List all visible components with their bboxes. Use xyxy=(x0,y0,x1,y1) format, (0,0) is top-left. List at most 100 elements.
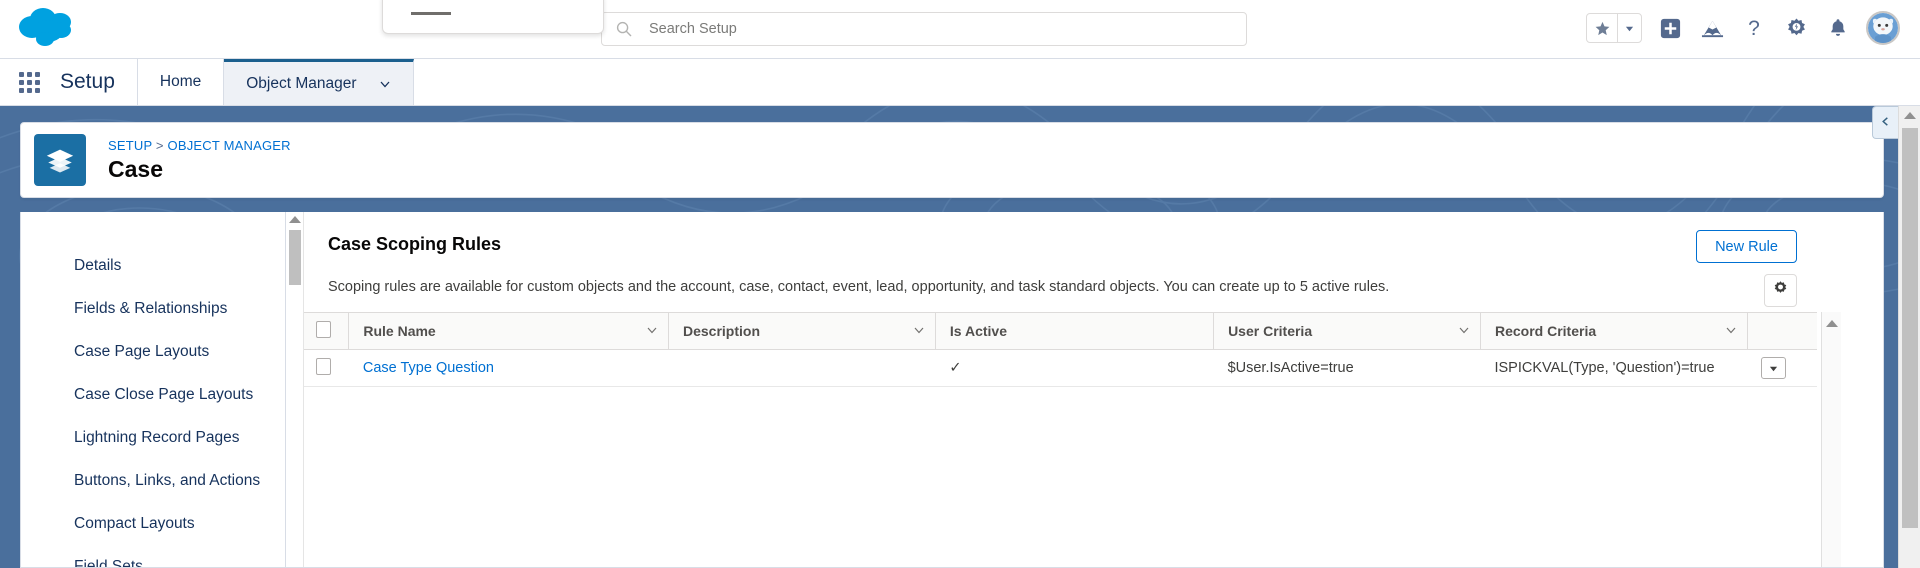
panel-title: Case Scoping Rules xyxy=(328,234,502,254)
sidebar-item-case-close-page-layouts[interactable]: Case Close Page Layouts xyxy=(21,373,285,416)
sidebar-item-label: Field Sets xyxy=(74,557,143,568)
sidebar-item-case-page-layouts[interactable]: Case Page Layouts xyxy=(21,330,285,373)
table-row[interactable]: Case Type Question ✓ $User.IsActive=true… xyxy=(304,349,1817,387)
setup-navigation-bar: Setup Home Object Manager xyxy=(0,59,1920,106)
row-actions-dropdown-button[interactable] xyxy=(1761,357,1787,379)
column-user-criteria[interactable]: User Criteria xyxy=(1213,312,1481,350)
user-avatar[interactable] xyxy=(1866,11,1900,45)
chevron-left-icon xyxy=(1880,114,1891,132)
table-header-row: Rule Name Description Is Active User Cri… xyxy=(304,312,1817,350)
record-header: SETUP > OBJECT MANAGER Case xyxy=(20,122,1884,198)
app-launcher-grid-icon xyxy=(18,71,40,93)
breadcrumb-setup-link[interactable]: SETUP xyxy=(108,138,152,153)
chevron-down-icon xyxy=(379,78,391,90)
sidebar-item-label: Buttons, Links, and Actions xyxy=(74,471,261,489)
table-vertical-scrollbar[interactable] xyxy=(1821,312,1841,567)
page-title: Case xyxy=(108,155,163,182)
breadcrumb: SETUP > OBJECT MANAGER xyxy=(108,138,291,153)
scroll-up-arrow-icon[interactable] xyxy=(289,216,301,223)
tab-object-manager[interactable]: Object Manager xyxy=(224,59,414,105)
main-panel-scrollbar[interactable] xyxy=(286,212,304,567)
column-record-criteria[interactable]: Record Criteria xyxy=(1480,312,1748,350)
app-launcher-button[interactable] xyxy=(0,59,58,105)
search-input[interactable] xyxy=(649,21,1209,37)
sidebar-item-label: Fields & Relationships xyxy=(74,299,228,317)
sidebar-item-compact-layouts[interactable]: Compact Layouts xyxy=(21,502,285,545)
column-select-all xyxy=(304,312,350,350)
sidebar-item-fields-relationships[interactable]: Fields & Relationships xyxy=(21,287,285,330)
column-header-label: Description xyxy=(683,323,761,339)
search-icon xyxy=(616,21,632,37)
chevron-down-icon[interactable] xyxy=(913,323,925,339)
cell-user-criteria: $User.IsActive=true xyxy=(1213,349,1481,387)
breadcrumb-separator: > xyxy=(155,137,164,153)
table-body: Case Type Question ✓ $User.IsActive=true… xyxy=(304,349,1817,387)
sidebar-item-label: Compact Layouts xyxy=(74,514,195,532)
sidebar-item-buttons-links-actions[interactable]: Buttons, Links, and Actions xyxy=(21,459,285,502)
svg-text:?: ? xyxy=(1748,17,1760,40)
favorites-star-icon[interactable] xyxy=(1587,14,1617,42)
cell-description xyxy=(668,349,936,387)
cell-record-criteria: ISPICKVAL(Type, 'Question')=true xyxy=(1480,349,1748,387)
main-panel: Case Scoping Rules Scoping rules are ava… xyxy=(304,212,1883,567)
content-card: Details Fields & Relationships Case Page… xyxy=(20,212,1884,568)
breadcrumb-object-manager-link[interactable]: OBJECT MANAGER xyxy=(168,138,291,153)
sidebar-item-label: Lightning Record Pages xyxy=(74,428,240,446)
column-header-label: Is Active xyxy=(949,323,1007,339)
chevron-down-icon[interactable] xyxy=(1725,323,1737,339)
column-is-active[interactable]: Is Active xyxy=(935,312,1215,350)
chevron-down-icon[interactable] xyxy=(1458,323,1470,339)
trailhead-mountain-icon[interactable] xyxy=(1698,14,1726,42)
row-checkbox[interactable] xyxy=(316,357,331,375)
new-rule-button[interactable]: New Rule xyxy=(1696,230,1797,263)
tab-home-label: Home xyxy=(159,73,202,90)
tab-home[interactable]: Home xyxy=(138,59,225,105)
list-settings-gear-button[interactable] xyxy=(1764,274,1797,307)
column-rule-name[interactable]: Rule Name xyxy=(348,312,669,350)
notifications-bell-icon[interactable] xyxy=(1824,14,1852,42)
cell-is-active: ✓ xyxy=(935,349,1214,387)
table-header: Rule Name Description Is Active User Cri… xyxy=(304,312,1817,350)
rule-name-link[interactable]: Case Type Question xyxy=(363,360,494,376)
sidebar-item-field-sets[interactable]: Field Sets xyxy=(21,545,285,568)
column-row-actions xyxy=(1747,312,1817,350)
panel-description: Scoping rules are available for custom o… xyxy=(328,279,1390,295)
record-title-block: SETUP > OBJECT MANAGER Case xyxy=(108,138,291,183)
window-scroll-up-arrow-icon[interactable] xyxy=(1904,112,1916,119)
cell-row-actions xyxy=(1747,349,1817,387)
sidebar-item-lightning-record-pages[interactable]: Lightning Record Pages xyxy=(21,416,285,459)
table-scroll-up-arrow-icon[interactable] xyxy=(1826,320,1838,327)
column-header-label: Record Criteria xyxy=(1494,323,1597,339)
layers-icon xyxy=(34,134,86,186)
panel-collapse-button[interactable] xyxy=(1872,106,1898,139)
select-all-checkbox[interactable] xyxy=(316,321,331,338)
row-select-cell xyxy=(304,349,349,387)
window-scrollbar-thumb[interactable] xyxy=(1902,128,1918,528)
chevron-down-icon[interactable] xyxy=(646,323,658,339)
scrollbar-thumb[interactable] xyxy=(289,230,301,285)
favorites-group[interactable] xyxy=(1586,13,1642,43)
setup-label: Setup xyxy=(58,59,138,105)
column-description[interactable]: Description xyxy=(668,312,936,350)
help-question-icon[interactable]: ? xyxy=(1740,14,1768,42)
sidebar-item-label: Case Close Page Layouts xyxy=(74,385,254,403)
sidebar-item-details[interactable]: Details xyxy=(21,244,285,287)
global-header: ? xyxy=(0,0,1920,59)
column-header-label: User Criteria xyxy=(1228,323,1313,339)
gear-icon xyxy=(1772,280,1789,302)
search-box[interactable] xyxy=(601,12,1247,46)
window-vertical-scrollbar[interactable] xyxy=(1898,106,1920,568)
loading-popup-card xyxy=(382,0,604,34)
add-plus-icon[interactable] xyxy=(1656,14,1684,42)
tab-object-manager-label: Object Manager xyxy=(246,74,357,92)
scoping-rules-table: Rule Name Description Is Active User Cri… xyxy=(304,312,1817,387)
setup-gear-icon[interactable] xyxy=(1782,14,1810,42)
favorites-dropdown-icon[interactable] xyxy=(1617,14,1641,42)
object-sidebar: Details Fields & Relationships Case Page… xyxy=(21,212,286,567)
header-icon-group: ? xyxy=(1586,7,1900,49)
search-container xyxy=(601,12,1247,46)
column-header-label: Rule Name xyxy=(363,323,436,339)
active-check-icon: ✓ xyxy=(949,360,962,376)
salesforce-cloud-logo[interactable] xyxy=(15,5,87,53)
popup-skeleton-line xyxy=(411,12,451,15)
